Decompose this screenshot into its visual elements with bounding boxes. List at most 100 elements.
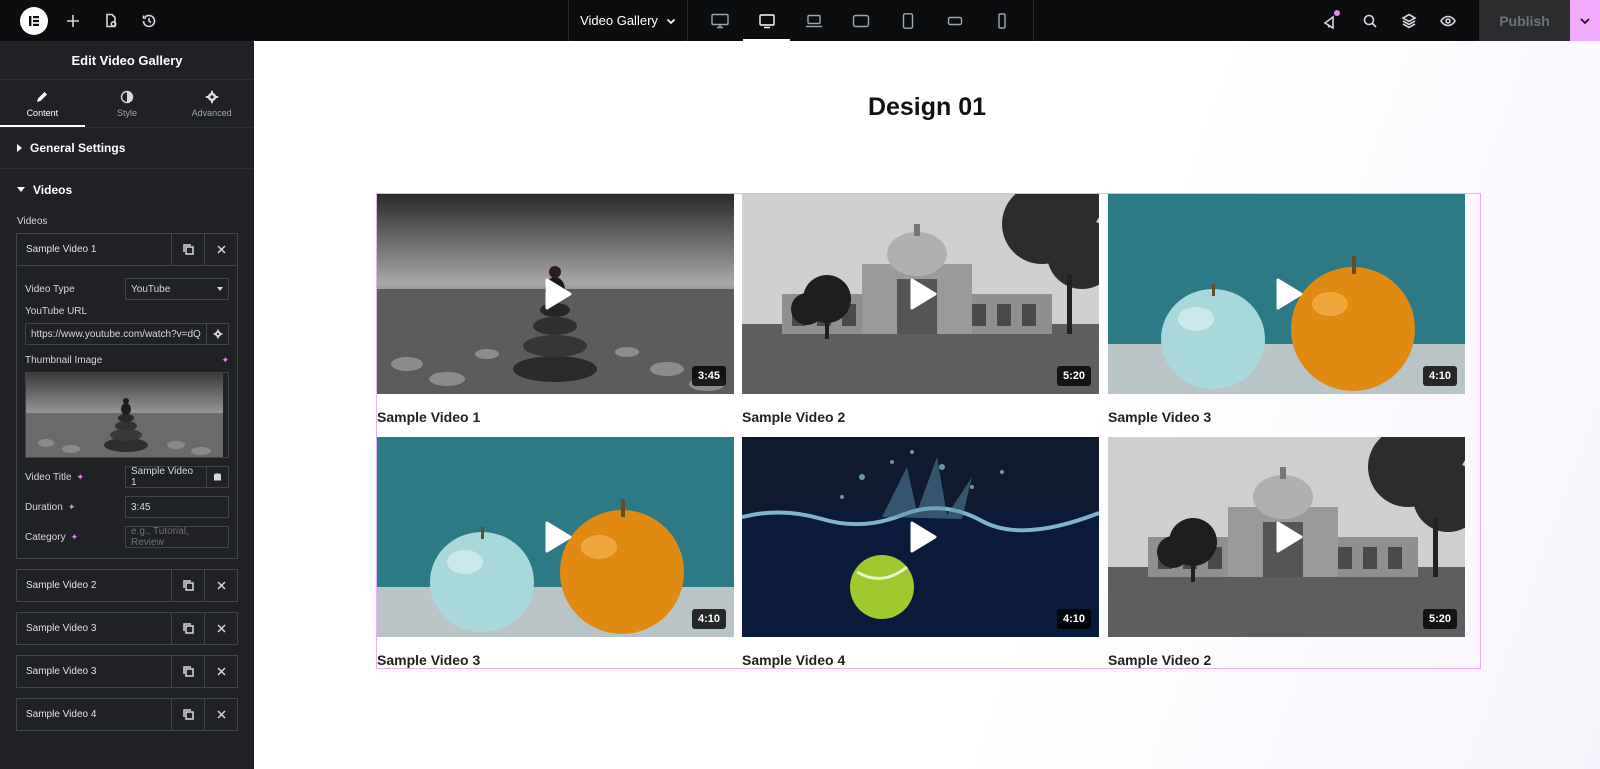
duplicate-item-button[interactable] [171, 570, 204, 601]
dynamic-tags-button[interactable] [207, 323, 229, 345]
gear-icon [205, 90, 218, 103]
video-card[interactable]: 4:10 Sample Video 3 [377, 437, 734, 668]
video-thumbnail[interactable]: 4:10 [742, 437, 1099, 637]
repeater-item-1[interactable]: Sample Video 1 [16, 233, 238, 266]
video-title-combo: Sample Video 1 [125, 466, 229, 488]
history-icon[interactable] [130, 0, 168, 41]
ai-sparkle-icon[interactable]: ✦ [221, 355, 229, 366]
category-input[interactable]: e.g., Tutorial, Review [125, 526, 229, 548]
device-mobile-extra[interactable] [931, 0, 978, 41]
top-bar-right: Publish [1311, 0, 1600, 41]
ai-sparkle-icon[interactable]: ✦ [68, 502, 76, 513]
video-title: Sample Video 4 [742, 652, 846, 668]
repeater-item-title: Sample Video 3 [26, 623, 97, 634]
repeater-item-4[interactable]: Sample Video 3 [16, 655, 238, 688]
close-icon [216, 667, 226, 676]
dynamic-tags-button[interactable] [207, 466, 229, 488]
category-label-wrap: Category ✦ [25, 532, 78, 543]
remove-item-button[interactable] [204, 699, 237, 730]
video-card[interactable]: 5:20 Sample Video 2 [742, 194, 1099, 425]
device-desktop[interactable] [696, 0, 743, 41]
section-videos[interactable]: Videos [0, 169, 254, 210]
section-general-settings[interactable]: General Settings [0, 128, 254, 169]
repeater-item-3[interactable]: Sample Video 3 [16, 612, 238, 645]
play-icon[interactable] [543, 520, 573, 554]
play-icon[interactable] [543, 277, 573, 311]
page-settings-icon[interactable] [92, 0, 130, 41]
device-tablet[interactable] [884, 0, 931, 41]
section-general-settings-label: General Settings [30, 141, 126, 155]
publish-options-button[interactable] [1570, 0, 1600, 41]
tab-style[interactable]: Style [85, 80, 170, 127]
repeater-item-2[interactable]: Sample Video 2 [16, 569, 238, 602]
video-thumbnail[interactable]: 5:20 [742, 194, 1099, 394]
video-type-select[interactable]: YouTube [125, 278, 229, 300]
video-title-input[interactable]: Sample Video 1 [125, 466, 207, 488]
duration-badge: 5:20 [1422, 609, 1457, 629]
tablet-extra-icon [852, 14, 869, 27]
caret-down-icon [17, 187, 25, 192]
device-laptop[interactable] [790, 0, 837, 41]
whats-new-icon[interactable] [1311, 0, 1350, 41]
thumbnail-label-row: Thumbnail Image ✦ [25, 351, 229, 372]
play-icon[interactable] [1274, 520, 1304, 554]
play-icon[interactable] [908, 277, 938, 311]
duration-input[interactable]: 3:45 [125, 496, 229, 518]
duplicate-item-button[interactable] [171, 613, 204, 644]
thumbnail-label: Thumbnail Image [25, 355, 103, 366]
device-mobile[interactable] [978, 0, 1025, 41]
video-gallery-widget[interactable]: 3:45 Sample Video 1 5:20 Sample Video 2 [376, 193, 1481, 669]
search-icon[interactable] [1350, 0, 1389, 41]
close-icon [216, 710, 226, 719]
tab-advanced[interactable]: Advanced [169, 80, 254, 127]
play-icon[interactable] [908, 520, 938, 554]
video-thumbnail[interactable]: 4:10 [377, 437, 734, 637]
video-card[interactable]: 5:20 Sample Video 2 [1108, 437, 1465, 668]
thumbnail-preview[interactable] [25, 372, 229, 458]
video-thumbnail[interactable]: 4:10 [1108, 194, 1465, 394]
video-title-label: Video Title [25, 471, 72, 483]
document-title: Video Gallery [580, 13, 658, 28]
page-title: Design 01 [867, 93, 987, 121]
ai-sparkle-icon[interactable]: ✦ [71, 532, 79, 543]
duplicate-item-button[interactable] [171, 234, 204, 265]
youtube-url-label: YouTube URL [25, 306, 88, 317]
document-title-dropdown[interactable]: Video Gallery [568, 0, 688, 41]
duplicate-item-button[interactable] [171, 656, 204, 687]
publish-button[interactable]: Publish [1479, 0, 1570, 41]
video-thumbnail[interactable]: 5:20 [1108, 437, 1465, 637]
video-card[interactable]: 3:45 Sample Video 1 [377, 194, 734, 425]
gear-icon [213, 329, 222, 339]
videos-repeater: Sample Video 1 Video Type YouTube YouTub… [16, 233, 238, 731]
play-icon[interactable] [1274, 277, 1304, 311]
copy-icon [182, 580, 194, 591]
remove-item-button[interactable] [204, 613, 237, 644]
duration-badge: 4:10 [1056, 609, 1091, 629]
video-thumbnail[interactable]: 3:45 [377, 194, 734, 394]
preview-eye-icon[interactable] [1428, 0, 1467, 41]
add-element-icon[interactable] [54, 0, 92, 41]
device-tablet-landscape[interactable] [743, 0, 790, 41]
database-icon [214, 472, 221, 480]
device-tablet-extra[interactable] [837, 0, 884, 41]
repeater-item-title: Sample Video 2 [26, 580, 97, 591]
video-card[interactable]: 4:10 Sample Video 4 [742, 437, 1099, 668]
repeater-item-5[interactable]: Sample Video 4 [16, 698, 238, 731]
chevron-down-icon [1580, 17, 1590, 24]
layers-icon[interactable] [1389, 0, 1428, 41]
remove-item-button[interactable] [204, 234, 237, 265]
video-type-row: Video Type YouTube [25, 274, 229, 304]
editor-panel: Edit Video Gallery Content Style Advance… [0, 41, 254, 769]
duration-badge: 5:20 [1056, 366, 1091, 386]
video-card[interactable]: 4:10 Sample Video 3 [1108, 194, 1465, 425]
pencil-icon [37, 91, 48, 102]
remove-item-button[interactable] [204, 570, 237, 601]
copy-icon [182, 709, 194, 720]
tab-content[interactable]: Content [0, 80, 85, 127]
remove-item-button[interactable] [204, 656, 237, 687]
repeater-item-title: Sample Video 4 [26, 709, 97, 720]
ai-sparkle-icon[interactable]: ✦ [77, 472, 85, 483]
elementor-logo-icon[interactable] [20, 6, 48, 35]
duplicate-item-button[interactable] [171, 699, 204, 730]
youtube-url-input[interactable]: https://www.youtube.com/watch?v=dQ [25, 323, 207, 345]
